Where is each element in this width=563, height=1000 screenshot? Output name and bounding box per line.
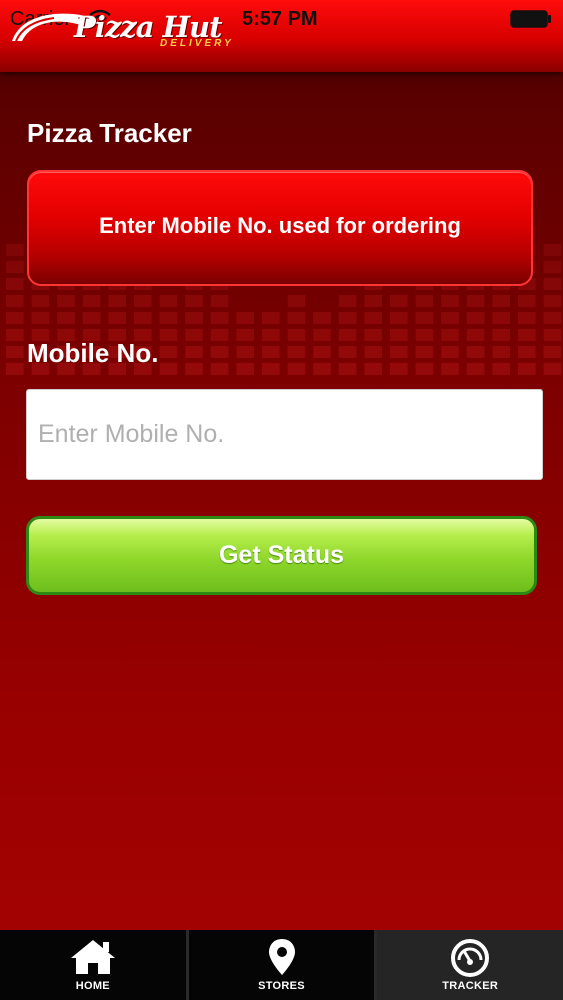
tab-home-label: HOME	[75, 980, 110, 992]
tab-home[interactable]: HOME	[0, 930, 189, 1000]
tab-stores[interactable]: STORES	[189, 930, 378, 1000]
speedometer-icon	[451, 939, 490, 977]
tab-stores-label: STORES	[258, 980, 305, 992]
instruction-text: Enter Mobile No. used for ordering	[99, 213, 461, 238]
page-title: Pizza Tracker	[27, 118, 192, 148]
tab-tracker-label: TRACKER	[442, 980, 499, 992]
tab-bar: HOME STORES TRACKER	[0, 930, 563, 1000]
brand-tagline: DELIVERY	[160, 38, 234, 49]
mobile-field-label: Mobile No.	[27, 338, 159, 368]
mobile-number-input[interactable]	[26, 389, 543, 480]
home-icon	[70, 940, 115, 974]
pizza-tracker-screen: Carrier 5:57 PM Pizza Hut DELIVERY Pizza…	[0, 0, 563, 1000]
map-pin-icon	[268, 939, 295, 975]
get-status-button[interactable]: Get Status	[26, 516, 537, 595]
app-header: Carrier 5:57 PM Pizza Hut DELIVERY	[0, 0, 563, 72]
clock: 5:57 PM	[242, 8, 318, 30]
instruction-banner: Enter Mobile No. used for ordering	[27, 170, 533, 286]
battery-icon	[510, 10, 551, 28]
tab-tracker[interactable]: TRACKER	[377, 930, 563, 1000]
